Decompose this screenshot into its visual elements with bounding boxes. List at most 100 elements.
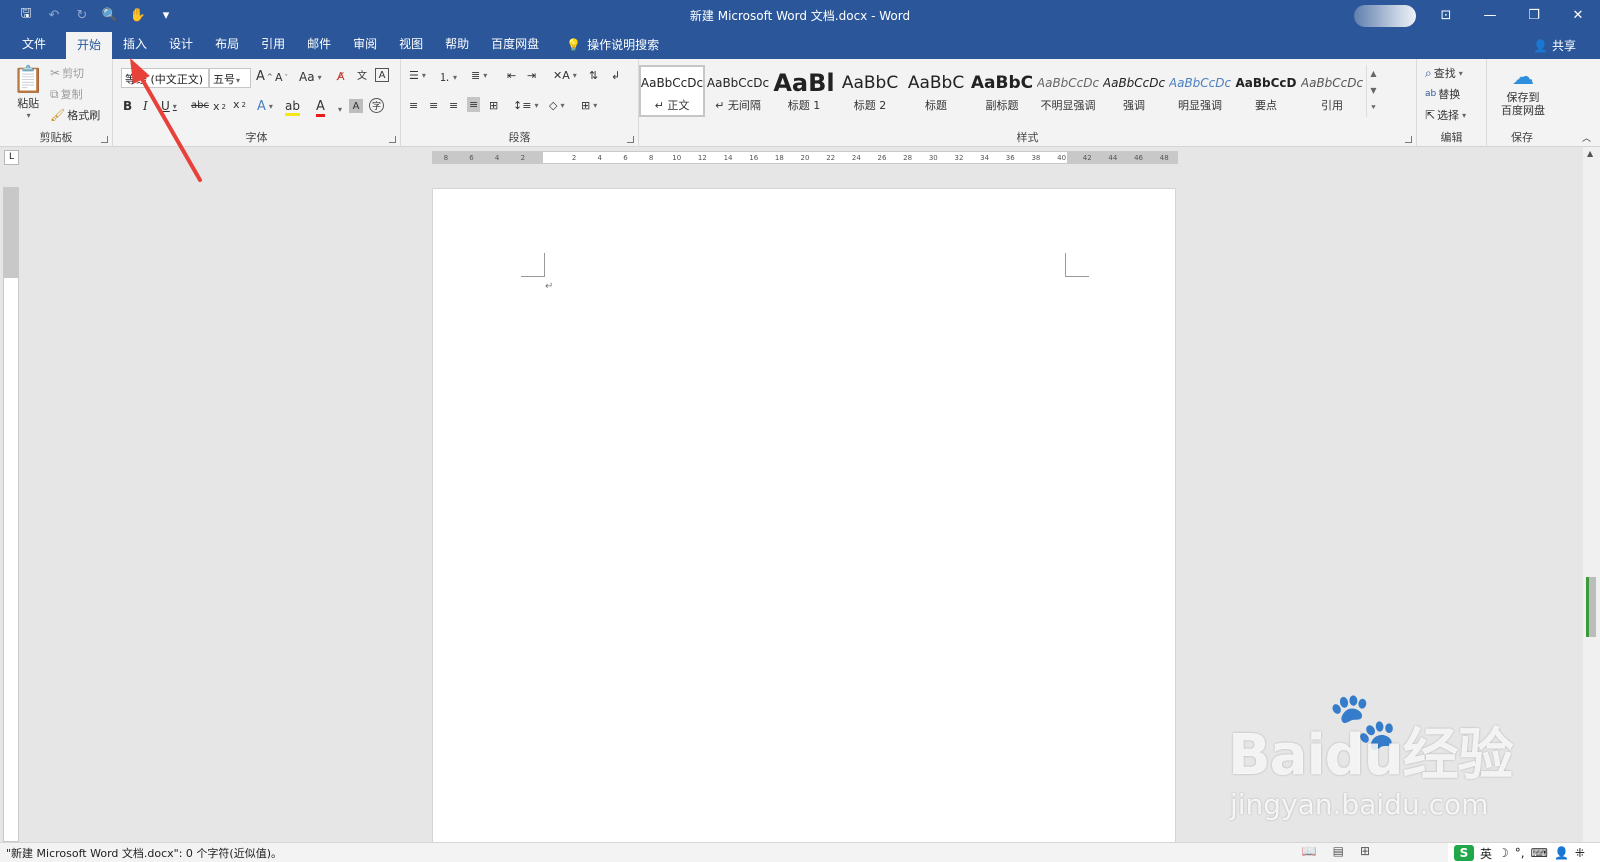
borders-icon[interactable]: ⊞ ▾: [581, 99, 597, 112]
tab-layout[interactable]: 布局: [204, 30, 250, 59]
show-formatting-icon[interactable]: ↲: [611, 69, 620, 82]
tab-home[interactable]: 开始: [66, 32, 113, 59]
moon-icon[interactable]: ☽: [1498, 846, 1509, 860]
style-normal[interactable]: AaBbCcDc ↵ 正文: [639, 65, 705, 117]
align-right-icon[interactable]: ≡: [449, 99, 458, 112]
scroll-thumb[interactable]: [1586, 577, 1596, 637]
collapse-ribbon-icon[interactable]: ︿: [1582, 131, 1591, 144]
tab-insert[interactable]: 插入: [112, 30, 158, 59]
style-title[interactable]: AaBbC 标题: [903, 65, 969, 117]
user-icon[interactable]: 👤: [1554, 846, 1569, 860]
print-layout-icon[interactable]: ▤: [1333, 844, 1344, 858]
phonetic-guide-icon[interactable]: 文: [357, 67, 367, 82]
gallery-more-icon[interactable]: ⯆: [1370, 103, 1376, 113]
strikethrough-icon[interactable]: abc: [191, 100, 209, 111]
style-subtle-emphasis[interactable]: AaBbCcDc 不明显强调: [1035, 65, 1101, 117]
vertical-scrollbar[interactable]: ▲: [1583, 147, 1600, 842]
style-subtitle[interactable]: AaBbC 副标题: [969, 65, 1035, 117]
read-mode-icon[interactable]: 📖: [1302, 844, 1317, 858]
tab-view[interactable]: 视图: [388, 30, 434, 59]
justify-icon[interactable]: ≡: [467, 97, 481, 112]
restore-icon[interactable]: ❐: [1512, 0, 1556, 30]
shading-icon[interactable]: ◇ ▾: [549, 99, 564, 112]
keyboard-icon[interactable]: ⌨: [1531, 846, 1548, 860]
tell-me-search[interactable]: 💡 操作说明搜索: [566, 30, 659, 59]
save-to-baidu-button[interactable]: ☁ 保存到 百度网盘: [1495, 65, 1551, 117]
document-page[interactable]: ↵: [432, 188, 1176, 848]
save-icon[interactable]: 🖫: [14, 4, 38, 26]
chevron-up-icon[interactable]: ▲: [1370, 69, 1376, 78]
format-painter-button[interactable]: 🖌 格式刷: [50, 107, 100, 123]
punctuation-icon[interactable]: °,: [1515, 846, 1525, 860]
paste-button[interactable]: 📋 粘贴 ▾: [12, 65, 44, 120]
vertical-ruler[interactable]: [3, 187, 19, 842]
align-center-icon[interactable]: ≡: [429, 99, 438, 112]
tab-baidu-netdisk[interactable]: 百度网盘: [480, 30, 550, 59]
style-no-spacing[interactable]: AaBbCcDc ↵ 无间隔: [705, 65, 771, 117]
minimize-icon[interactable]: —: [1468, 0, 1512, 30]
touch-mode-icon[interactable]: ✋: [126, 4, 150, 26]
replace-button[interactable]: ab 替换: [1425, 86, 1460, 102]
styles-dialog-launcher[interactable]: [1405, 136, 1412, 143]
numbering-icon[interactable]: ⒈ ▾: [439, 69, 457, 85]
tab-selector[interactable]: L: [4, 150, 19, 165]
character-border-icon[interactable]: A: [375, 68, 389, 82]
tab-references[interactable]: 引用: [250, 30, 296, 59]
underline-icon[interactable]: U ▾: [161, 99, 177, 113]
font-size-select[interactable]: 五号▾: [209, 68, 251, 88]
style-emphasis[interactable]: AaBbCcDc 强调: [1101, 65, 1167, 117]
enclose-characters-icon[interactable]: 字: [369, 98, 384, 113]
style-heading-1[interactable]: AaBl 标题 1: [771, 65, 837, 117]
grow-font-icon[interactable]: A ^: [256, 69, 273, 84]
tab-file[interactable]: 文件: [6, 30, 62, 59]
close-icon[interactable]: ✕: [1556, 0, 1600, 30]
increase-indent-icon[interactable]: ⇥: [527, 69, 536, 82]
share-button[interactable]: 👤 共享: [1533, 37, 1576, 54]
tab-design[interactable]: 设计: [158, 30, 204, 59]
chevron-down-icon[interactable]: ▼: [1370, 86, 1376, 95]
font-dialog-launcher[interactable]: [389, 136, 396, 143]
style-strong[interactable]: AaBbCcD 要点: [1233, 65, 1299, 117]
change-case-button[interactable]: Aa ▾: [299, 70, 322, 84]
print-preview-icon[interactable]: 🔍: [98, 4, 122, 26]
superscript-icon[interactable]: x2: [233, 98, 246, 111]
styles-gallery-scroll[interactable]: ▲ ▼ ⯆: [1366, 65, 1380, 117]
web-layout-icon[interactable]: ⊞: [1360, 844, 1370, 858]
style-heading-2[interactable]: AaBbC 标题 2: [837, 65, 903, 117]
sort-icon[interactable]: ⇅: [589, 69, 598, 82]
scroll-up-icon[interactable]: ▲: [1587, 149, 1593, 158]
decrease-indent-icon[interactable]: ⇤: [507, 69, 516, 82]
bold-icon[interactable]: B: [123, 99, 132, 113]
word-count-status[interactable]: "新建 Microsoft Word 文档.docx": 0 个字符(近似值)。: [6, 845, 282, 861]
italic-icon[interactable]: I: [143, 99, 148, 113]
font-name-select[interactable]: 等线 (中文正文): [121, 68, 209, 88]
sogou-ime-logo[interactable]: S: [1454, 845, 1474, 861]
undo-icon[interactable]: ↶: [42, 4, 66, 26]
chinese-layout-icon[interactable]: ✕A ▾: [553, 69, 577, 82]
find-button[interactable]: ⌕ 查找 ▾: [1425, 65, 1463, 81]
style-quote[interactable]: AaBbCcDc 引用: [1299, 65, 1365, 117]
subscript-icon[interactable]: x2: [213, 100, 226, 113]
copy-button[interactable]: ⧉ 复制: [50, 86, 83, 102]
customize-qat-icon[interactable]: ▾: [154, 4, 178, 26]
align-left-icon[interactable]: ≡: [409, 99, 418, 112]
ime-language[interactable]: 英: [1480, 845, 1492, 862]
character-shading-icon[interactable]: A: [349, 99, 363, 113]
highlight-color-icon[interactable]: ab: [285, 99, 300, 116]
horizontal-ruler[interactable]: 8 6 4 2 2 4 6 8 10 12 14 16 18 20 22 24 26 28 30 32 34 36 38 40…: [432, 151, 1178, 164]
tab-review[interactable]: 审阅: [342, 30, 388, 59]
multilevel-list-icon[interactable]: ≣ ▾: [471, 69, 487, 82]
line-spacing-icon[interactable]: ↕≡ ▾: [513, 99, 538, 112]
clipboard-dialog-launcher[interactable]: [101, 136, 108, 143]
ribbon-display-options-icon[interactable]: ⊡: [1424, 0, 1468, 30]
select-button[interactable]: ⇱ 选择 ▾: [1425, 107, 1466, 123]
cut-button[interactable]: ✂ 剪切: [50, 65, 84, 81]
grid-icon[interactable]: ⁜: [1575, 846, 1585, 860]
distributed-icon[interactable]: ⊞: [489, 99, 498, 112]
shrink-font-icon[interactable]: Aˇ: [275, 71, 288, 84]
tab-mailings[interactable]: 邮件: [296, 30, 342, 59]
style-intense-emphasis[interactable]: AaBbCcDc 明显强调: [1167, 65, 1233, 117]
tab-help[interactable]: 帮助: [434, 30, 480, 59]
user-account-avatar[interactable]: [1354, 5, 1416, 27]
paragraph-dialog-launcher[interactable]: [627, 136, 634, 143]
